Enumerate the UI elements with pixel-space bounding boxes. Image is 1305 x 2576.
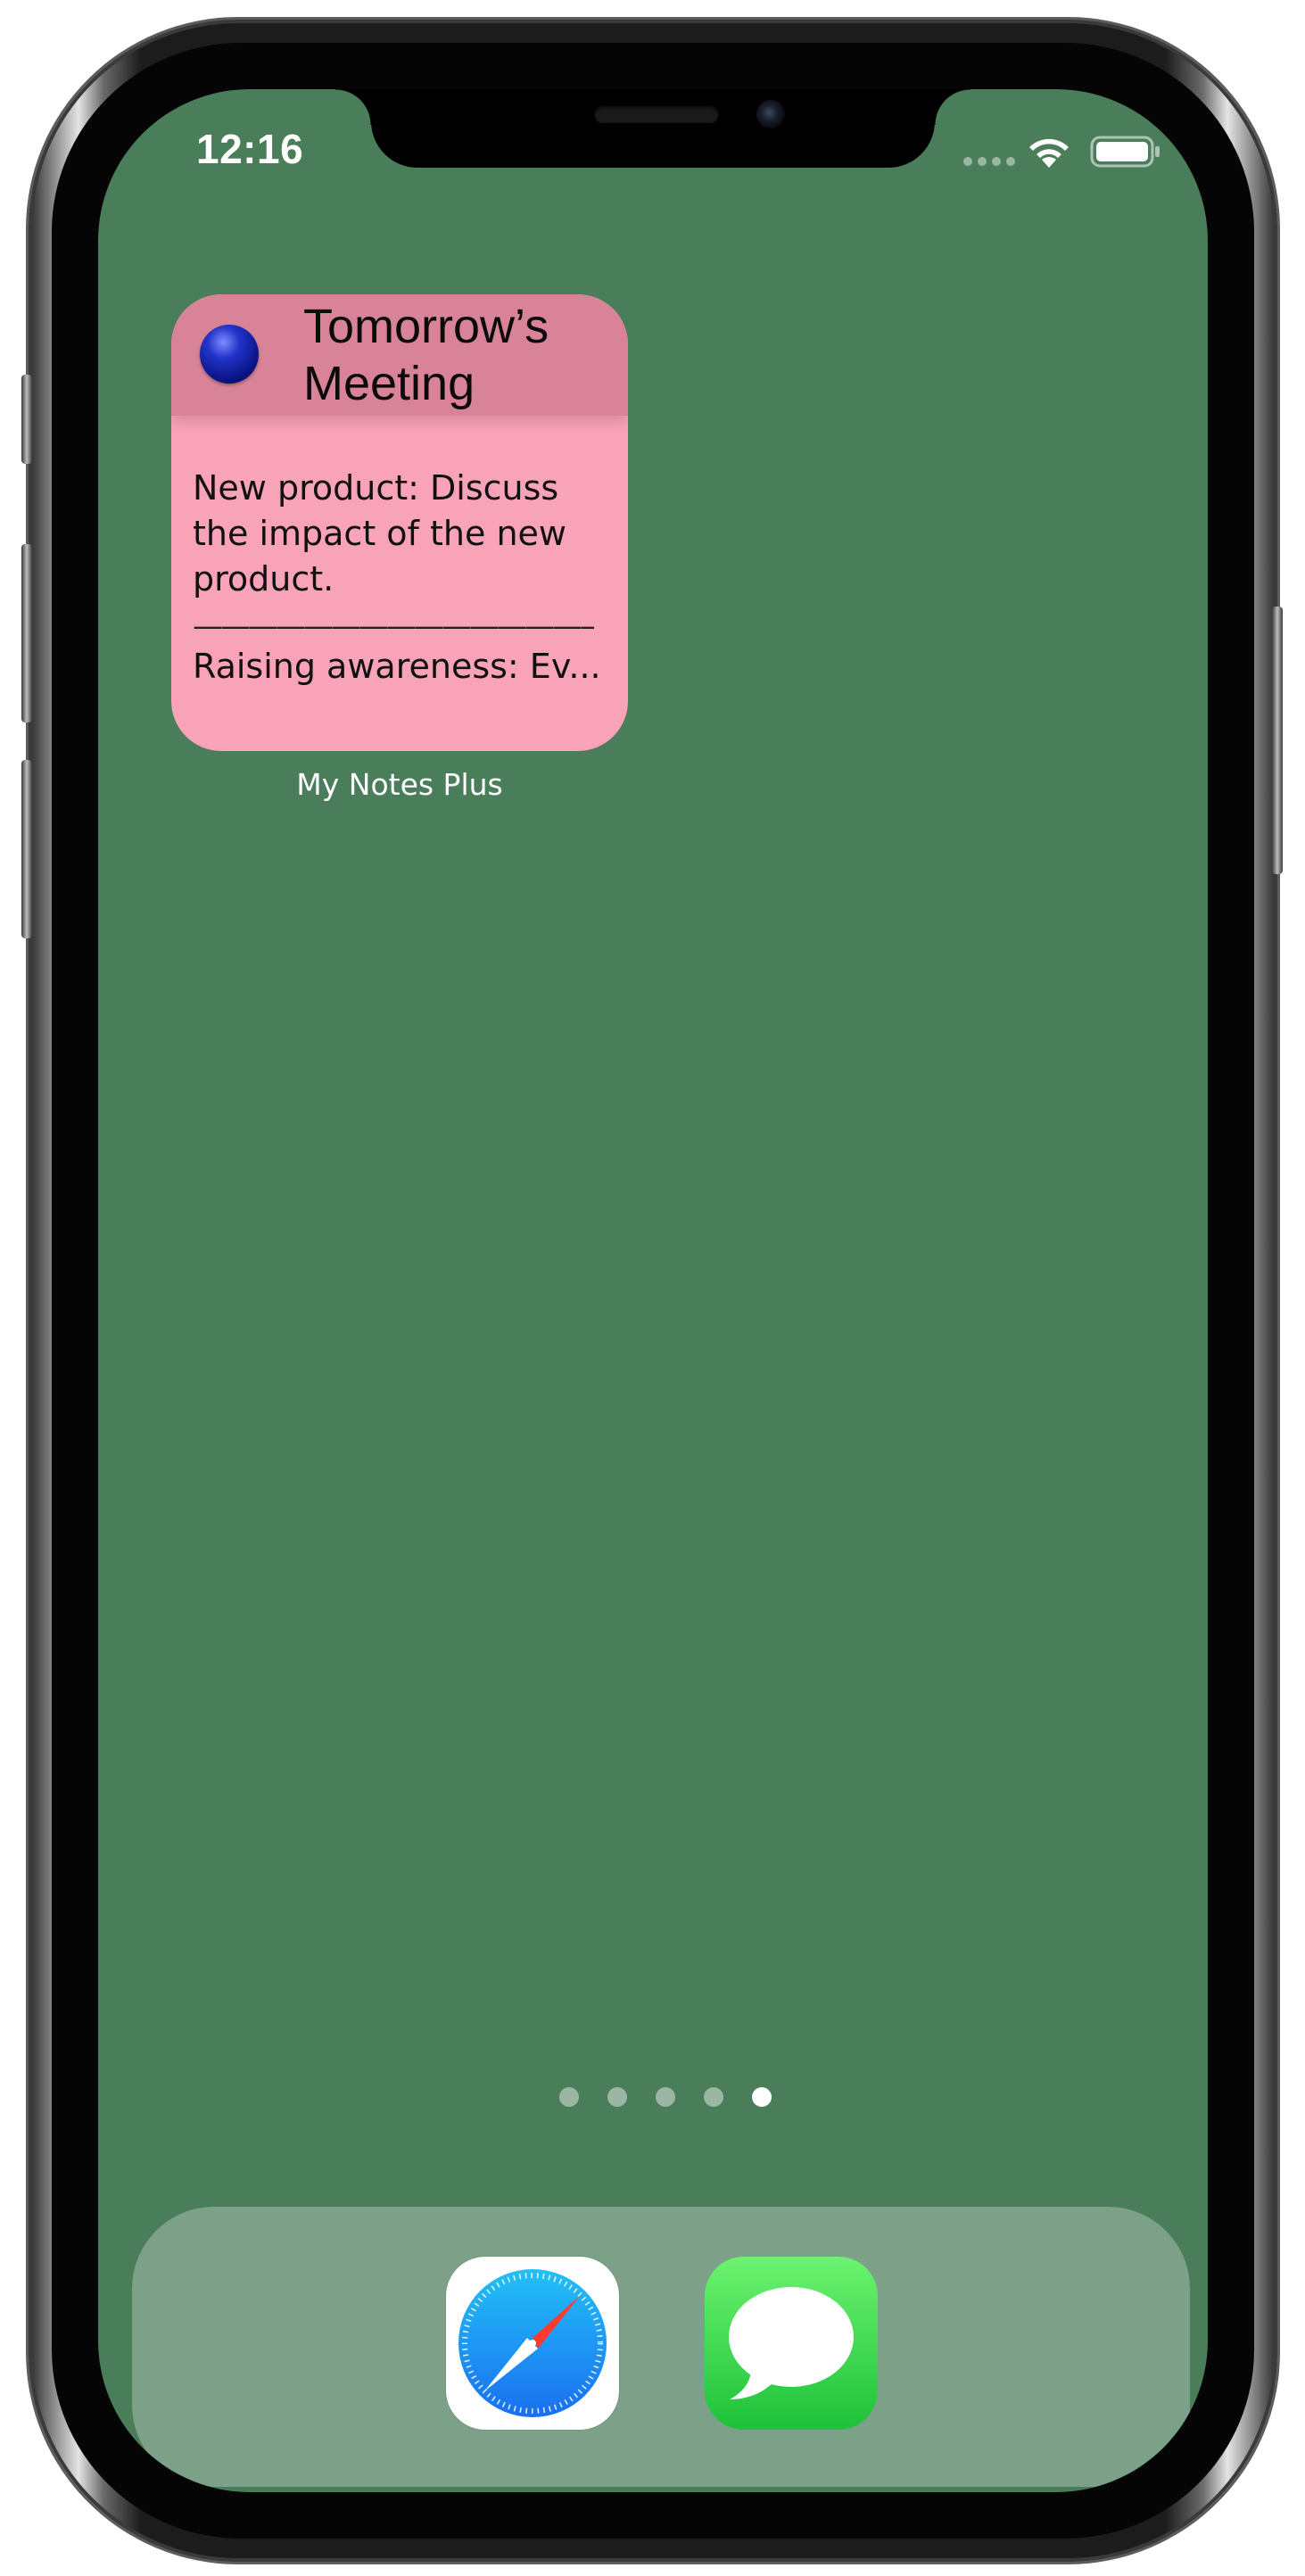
widget-app-label: My Notes Plus bbox=[296, 767, 503, 802]
volume-up-button bbox=[21, 544, 32, 722]
wifi-icon bbox=[1029, 138, 1069, 168]
widget-header: Tomorrow’s Meeting bbox=[171, 294, 628, 416]
safari-compass-icon bbox=[458, 2269, 607, 2417]
widget-body-text: New product: Discuss the impact of the n… bbox=[193, 468, 566, 599]
page-dot[interactable] bbox=[656, 2087, 675, 2107]
blue-pin-icon bbox=[200, 325, 259, 384]
cellular-signal-icon bbox=[963, 157, 1015, 166]
widget-last-line: Raising awareness: Ev... bbox=[193, 647, 601, 686]
page-dot-active[interactable] bbox=[752, 2087, 772, 2107]
messages-bubble-icon bbox=[729, 2287, 854, 2399]
widget-separator: ———————————————— bbox=[193, 617, 594, 635]
earpiece-speaker bbox=[594, 105, 719, 123]
page-dot[interactable] bbox=[607, 2087, 627, 2107]
battery-icon bbox=[1090, 136, 1160, 168]
status-time: 12:16 bbox=[196, 126, 304, 172]
front-camera-icon bbox=[756, 100, 785, 128]
dock bbox=[132, 2207, 1190, 2487]
page-dot[interactable] bbox=[559, 2087, 579, 2107]
widget-title: Tomorrow’s Meeting bbox=[303, 300, 549, 410]
page-indicator[interactable] bbox=[111, 2087, 1208, 2107]
safari-app-button[interactable] bbox=[446, 2257, 619, 2430]
notes-widget[interactable]: Tomorrow’s Meeting New product: Discuss … bbox=[171, 294, 628, 751]
page-dot[interactable] bbox=[704, 2087, 723, 2107]
messages-app-button[interactable] bbox=[705, 2257, 878, 2430]
mute-switch bbox=[21, 375, 32, 464]
power-button bbox=[1272, 607, 1283, 874]
volume-down-button bbox=[21, 760, 32, 938]
notch bbox=[335, 89, 970, 168]
home-screen: 12:16 Tomorrow’s Meeting New product: Di… bbox=[98, 89, 1208, 2492]
